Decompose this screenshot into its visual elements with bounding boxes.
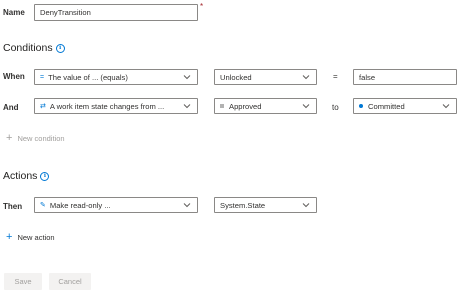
new-condition-label: New condition (17, 133, 65, 143)
conditions-header: Conditions i (3, 42, 65, 54)
approved-state-icon (220, 104, 224, 108)
from-state-text: Approved (229, 101, 262, 111)
plus-icon: + (6, 132, 13, 144)
operator-label: = (333, 72, 338, 81)
new-action-label: New action (17, 232, 55, 242)
when-label: When (3, 72, 25, 81)
field-dropdown-1[interactable]: Unlocked (214, 69, 317, 85)
info-icon[interactable]: i (40, 171, 50, 181)
name-input[interactable]: DenyTransition (34, 4, 198, 21)
condition-dropdown-1[interactable]: = The value of ... (equals) (34, 69, 198, 85)
required-marker: * (200, 2, 204, 11)
new-condition-button[interactable]: + New condition (6, 132, 65, 144)
info-icon[interactable]: i (55, 43, 65, 53)
actions-title: Actions (3, 170, 38, 182)
field-dropdown-1-text: Unlocked (220, 72, 252, 82)
actions-header: Actions i (3, 170, 50, 182)
action-field-dropdown[interactable]: System.State (214, 197, 317, 213)
save-button[interactable]: Save (4, 273, 42, 290)
value-input-text: false (359, 72, 376, 82)
action-dropdown[interactable]: ✎ Make read-only ... (34, 197, 198, 213)
read-only-icon: ✎ (40, 202, 46, 209)
condition-dropdown-2[interactable]: ⇄ A work item state changes from ... (34, 98, 198, 114)
chevron-down-icon (183, 75, 191, 80)
new-action-button[interactable]: + New action (6, 231, 55, 243)
chevron-down-icon (442, 104, 450, 109)
action-dropdown-text: Make read-only ... (49, 200, 111, 210)
conditions-title: Conditions (3, 42, 53, 54)
chevron-down-icon (302, 75, 310, 80)
to-state-text: Committed (368, 101, 405, 111)
chevron-down-icon (183, 203, 191, 208)
cancel-button[interactable]: Cancel (49, 273, 91, 290)
from-state-dropdown[interactable]: Approved (214, 98, 317, 114)
plus-icon: + (6, 231, 13, 243)
and-label: And (3, 103, 19, 112)
condition-dropdown-1-text: The value of ... (equals) (48, 72, 128, 82)
cancel-button-label: Cancel (58, 277, 82, 286)
equals-icon: = (40, 73, 45, 81)
save-button-label: Save (14, 277, 32, 286)
condition-dropdown-2-text: A work item state changes from ... (49, 101, 165, 111)
to-state-dropdown[interactable]: Committed (353, 98, 457, 114)
to-label: to (332, 103, 339, 112)
committed-state-icon (359, 104, 363, 108)
chevron-down-icon (302, 104, 310, 109)
then-label: Then (3, 202, 23, 211)
name-label: Name (3, 8, 25, 17)
action-field-text: System.State (220, 200, 266, 210)
value-input[interactable]: false (353, 69, 457, 85)
state-transition-icon: ⇄ (40, 103, 46, 110)
chevron-down-icon (302, 203, 310, 208)
chevron-down-icon (183, 104, 191, 109)
name-input-value: DenyTransition (40, 8, 91, 17)
